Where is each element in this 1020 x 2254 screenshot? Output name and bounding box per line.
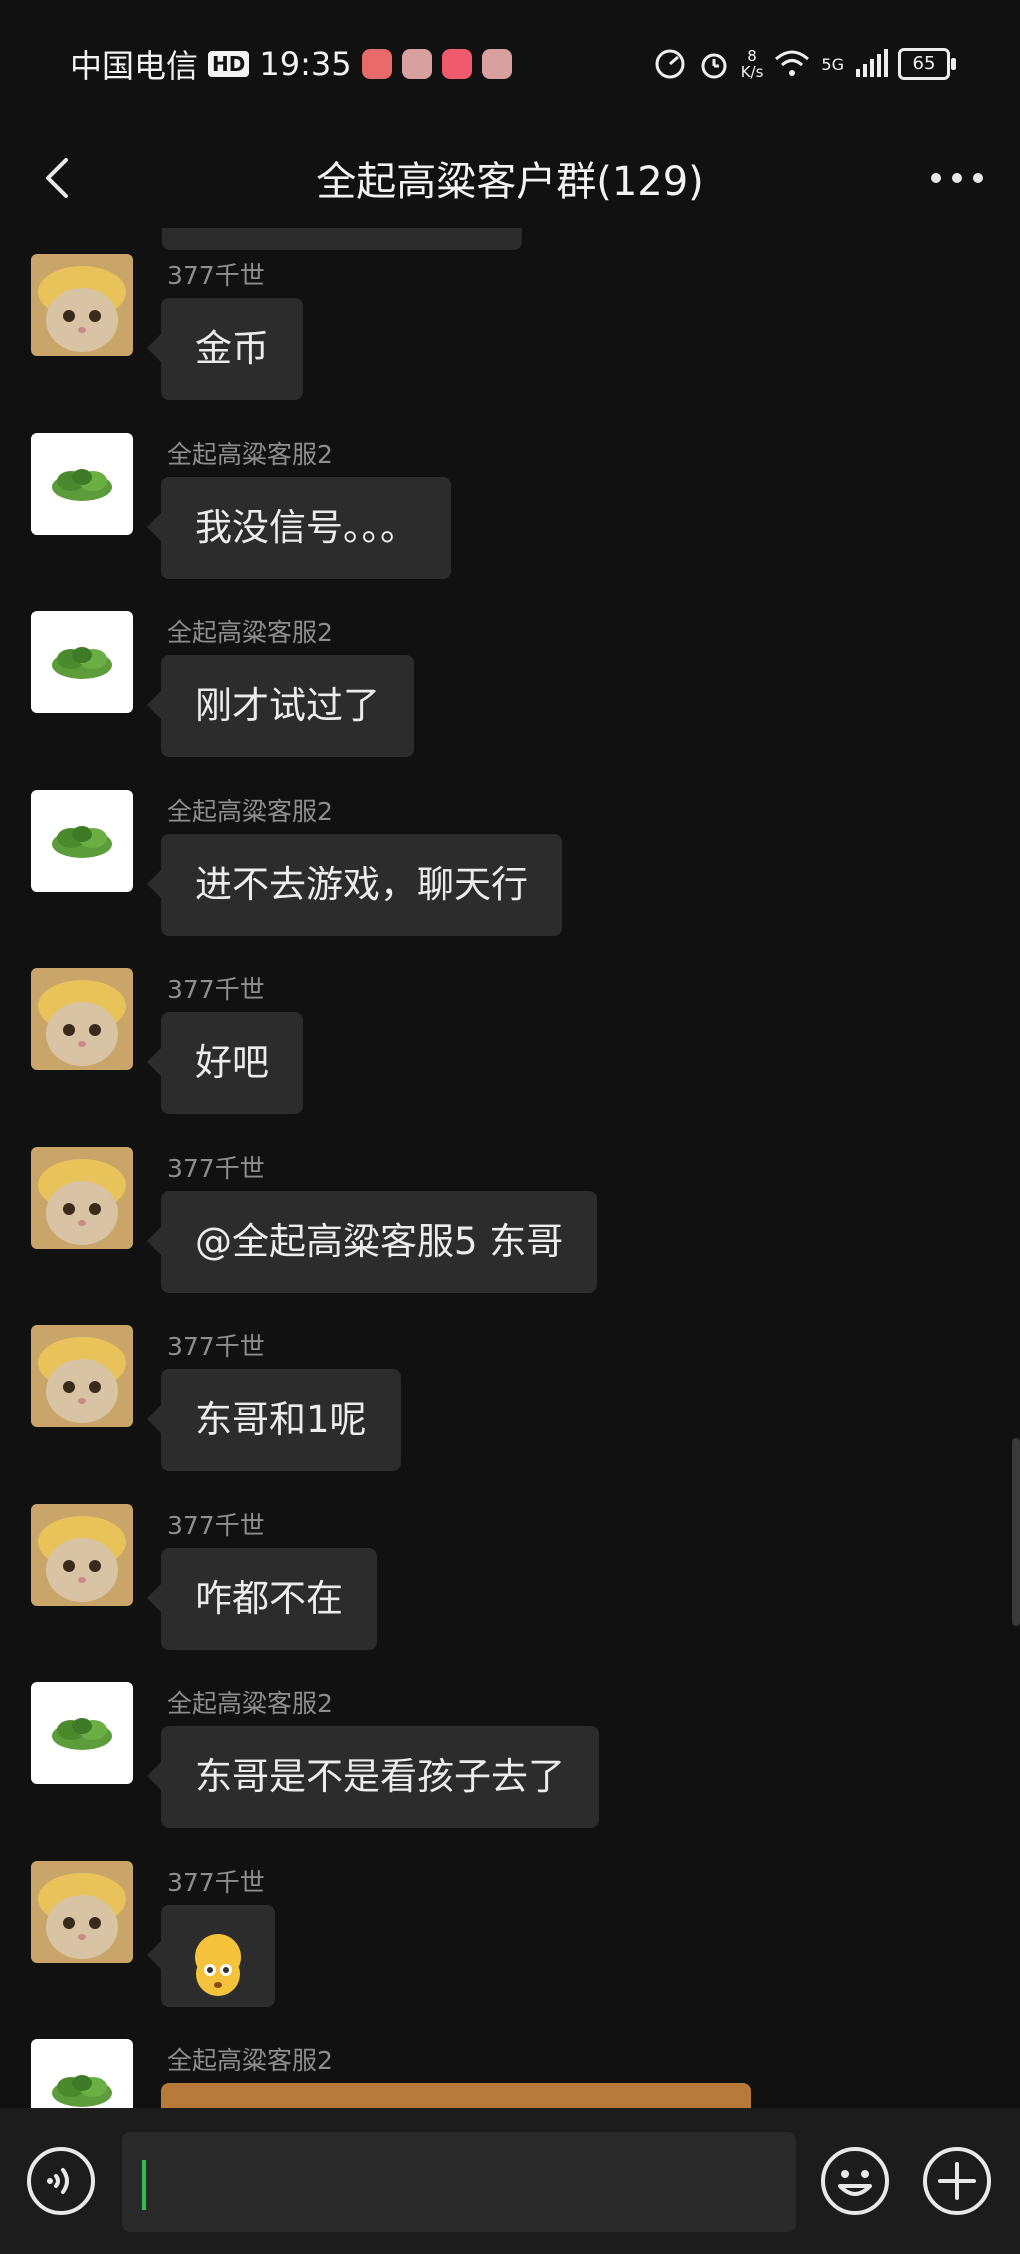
message-bubble[interactable]: 金币 — [147, 298, 303, 400]
cat-avatar[interactable] — [31, 1860, 133, 1963]
scrollbar-thumb[interactable] — [1012, 1438, 1020, 1626]
speedometer-icon — [655, 49, 685, 79]
sender-name: 全起高粱客服2 — [167, 439, 333, 469]
message-bubble[interactable]: @全起高粱客服5 东哥 — [146, 1190, 598, 1293]
message-bubble[interactable]: 咋都不在 — [147, 1547, 377, 1650]
message-input[interactable] — [122, 2132, 796, 2232]
sender-name: 全起高粱客服2 — [167, 618, 333, 647]
sender-name: 全起高粱客服2 — [167, 1689, 333, 1718]
message-bubble[interactable] — [161, 2083, 751, 2108]
notification-app-icon — [441, 49, 472, 79]
cat-avatar[interactable] — [31, 968, 133, 1070]
message-bubble[interactable]: 我没信号。。。 — [147, 476, 451, 579]
alarm-icon — [701, 53, 727, 79]
leaf-avatar[interactable] — [31, 2039, 133, 2108]
flushed-face-emoji — [195, 1934, 241, 1996]
hd-badge: HD — [208, 51, 250, 77]
status-time: 19:35 — [259, 45, 352, 83]
message-bubble[interactable]: 东哥是不是看孩子去了 — [147, 1726, 599, 1828]
message-bubble[interactable]: 刚才试过了 — [147, 655, 414, 757]
emoji-icon[interactable] — [820, 2146, 890, 2216]
battery-indicator: 65 — [898, 48, 956, 80]
notification-app-icon — [401, 49, 432, 79]
sender-name: 全起高粱客服2 — [167, 796, 333, 826]
text-caret — [142, 2160, 146, 2210]
chevron-left-icon[interactable] — [30, 150, 86, 206]
message-list[interactable]: 377千世 金币 全起高粱客服2 我没信号。。。 全起高粱客服2 刚才试过了 全起高粱客服2… — [0, 228, 1020, 2108]
previous-message-bubble — [162, 228, 522, 250]
voice-icon[interactable] — [26, 2146, 96, 2216]
chat-header: 全起高粱客户群(129) — [0, 128, 1020, 228]
message-row: 377千世好吧 — [0, 968, 1020, 1146]
message-row: 377千世东哥和1呢 — [0, 1325, 1020, 1503]
wifi-icon — [775, 50, 810, 76]
cat-avatar[interactable] — [31, 1325, 133, 1427]
sender-name: 377千世 — [167, 1332, 265, 1361]
sender-name: 377千世 — [167, 975, 265, 1004]
sender-name: 全起高粱客服2 — [167, 2046, 333, 2075]
sender-name: 377千世 — [167, 1153, 265, 1183]
cat-avatar[interactable] — [31, 1146, 133, 1249]
sender-name: 377千世 — [167, 261, 265, 290]
status-left: 中国电信 HD 19:35 — [70, 41, 512, 87]
message-row: 全起高粱客服2 东哥是不是看孩子去了 — [0, 1682, 1020, 1860]
speed-unit: K/s — [740, 63, 764, 81]
message-row: 全起高粱客服2 刚才试过了 — [0, 611, 1020, 789]
ellipsis-icon[interactable] — [922, 150, 992, 206]
leaf-avatar[interactable] — [31, 789, 133, 892]
message-bubble[interactable]: 好吧 — [147, 1012, 303, 1114]
message-row: 全起高粱客服2 我没信号。。。 — [0, 432, 1020, 611]
status-bar: 中国电信 HD 19:35 8 K/s 5G 65 — [0, 0, 1020, 128]
chat-title: 全起高粱客户群(129) — [316, 159, 704, 205]
signal-icon — [856, 49, 888, 77]
message-bubble[interactable] — [147, 1904, 275, 2007]
carrier-name: 中国电信 — [70, 47, 199, 85]
network-type: 5G — [821, 54, 844, 74]
cat-avatar[interactable] — [31, 1503, 133, 1606]
message-bubble[interactable]: 进不去游戏，聊天行 — [147, 833, 562, 936]
input-bar — [0, 2108, 1020, 2254]
leaf-avatar[interactable] — [31, 1682, 133, 1784]
message-row: 377千世金币 — [0, 254, 1020, 432]
cat-avatar[interactable] — [31, 254, 133, 356]
notification-app-icon — [361, 49, 392, 79]
leaf-avatar[interactable] — [31, 432, 133, 535]
message-row: 全起高粱客服2 — [0, 2039, 1020, 2108]
message-row: 377千世 — [0, 1860, 1020, 2039]
message-bubble[interactable]: 东哥和1呢 — [147, 1369, 401, 1471]
plus-icon[interactable] — [922, 2146, 992, 2216]
notification-app-icon — [481, 49, 512, 79]
status-right: 8 K/s 5G 65 — [653, 47, 956, 81]
message-row: 全起高粱客服2 进不去游戏，聊天行 — [0, 789, 1020, 968]
message-row: 377千世 @全起高粱客服5 东哥 — [0, 1146, 1020, 1325]
sender-name: 377千世 — [167, 1510, 265, 1540]
network-speed: 8 K/s — [741, 48, 764, 80]
message-row: 377千世咋都不在 — [0, 1503, 1020, 1682]
leaf-avatar[interactable] — [31, 611, 133, 713]
sender-name: 377千世 — [167, 1867, 265, 1897]
